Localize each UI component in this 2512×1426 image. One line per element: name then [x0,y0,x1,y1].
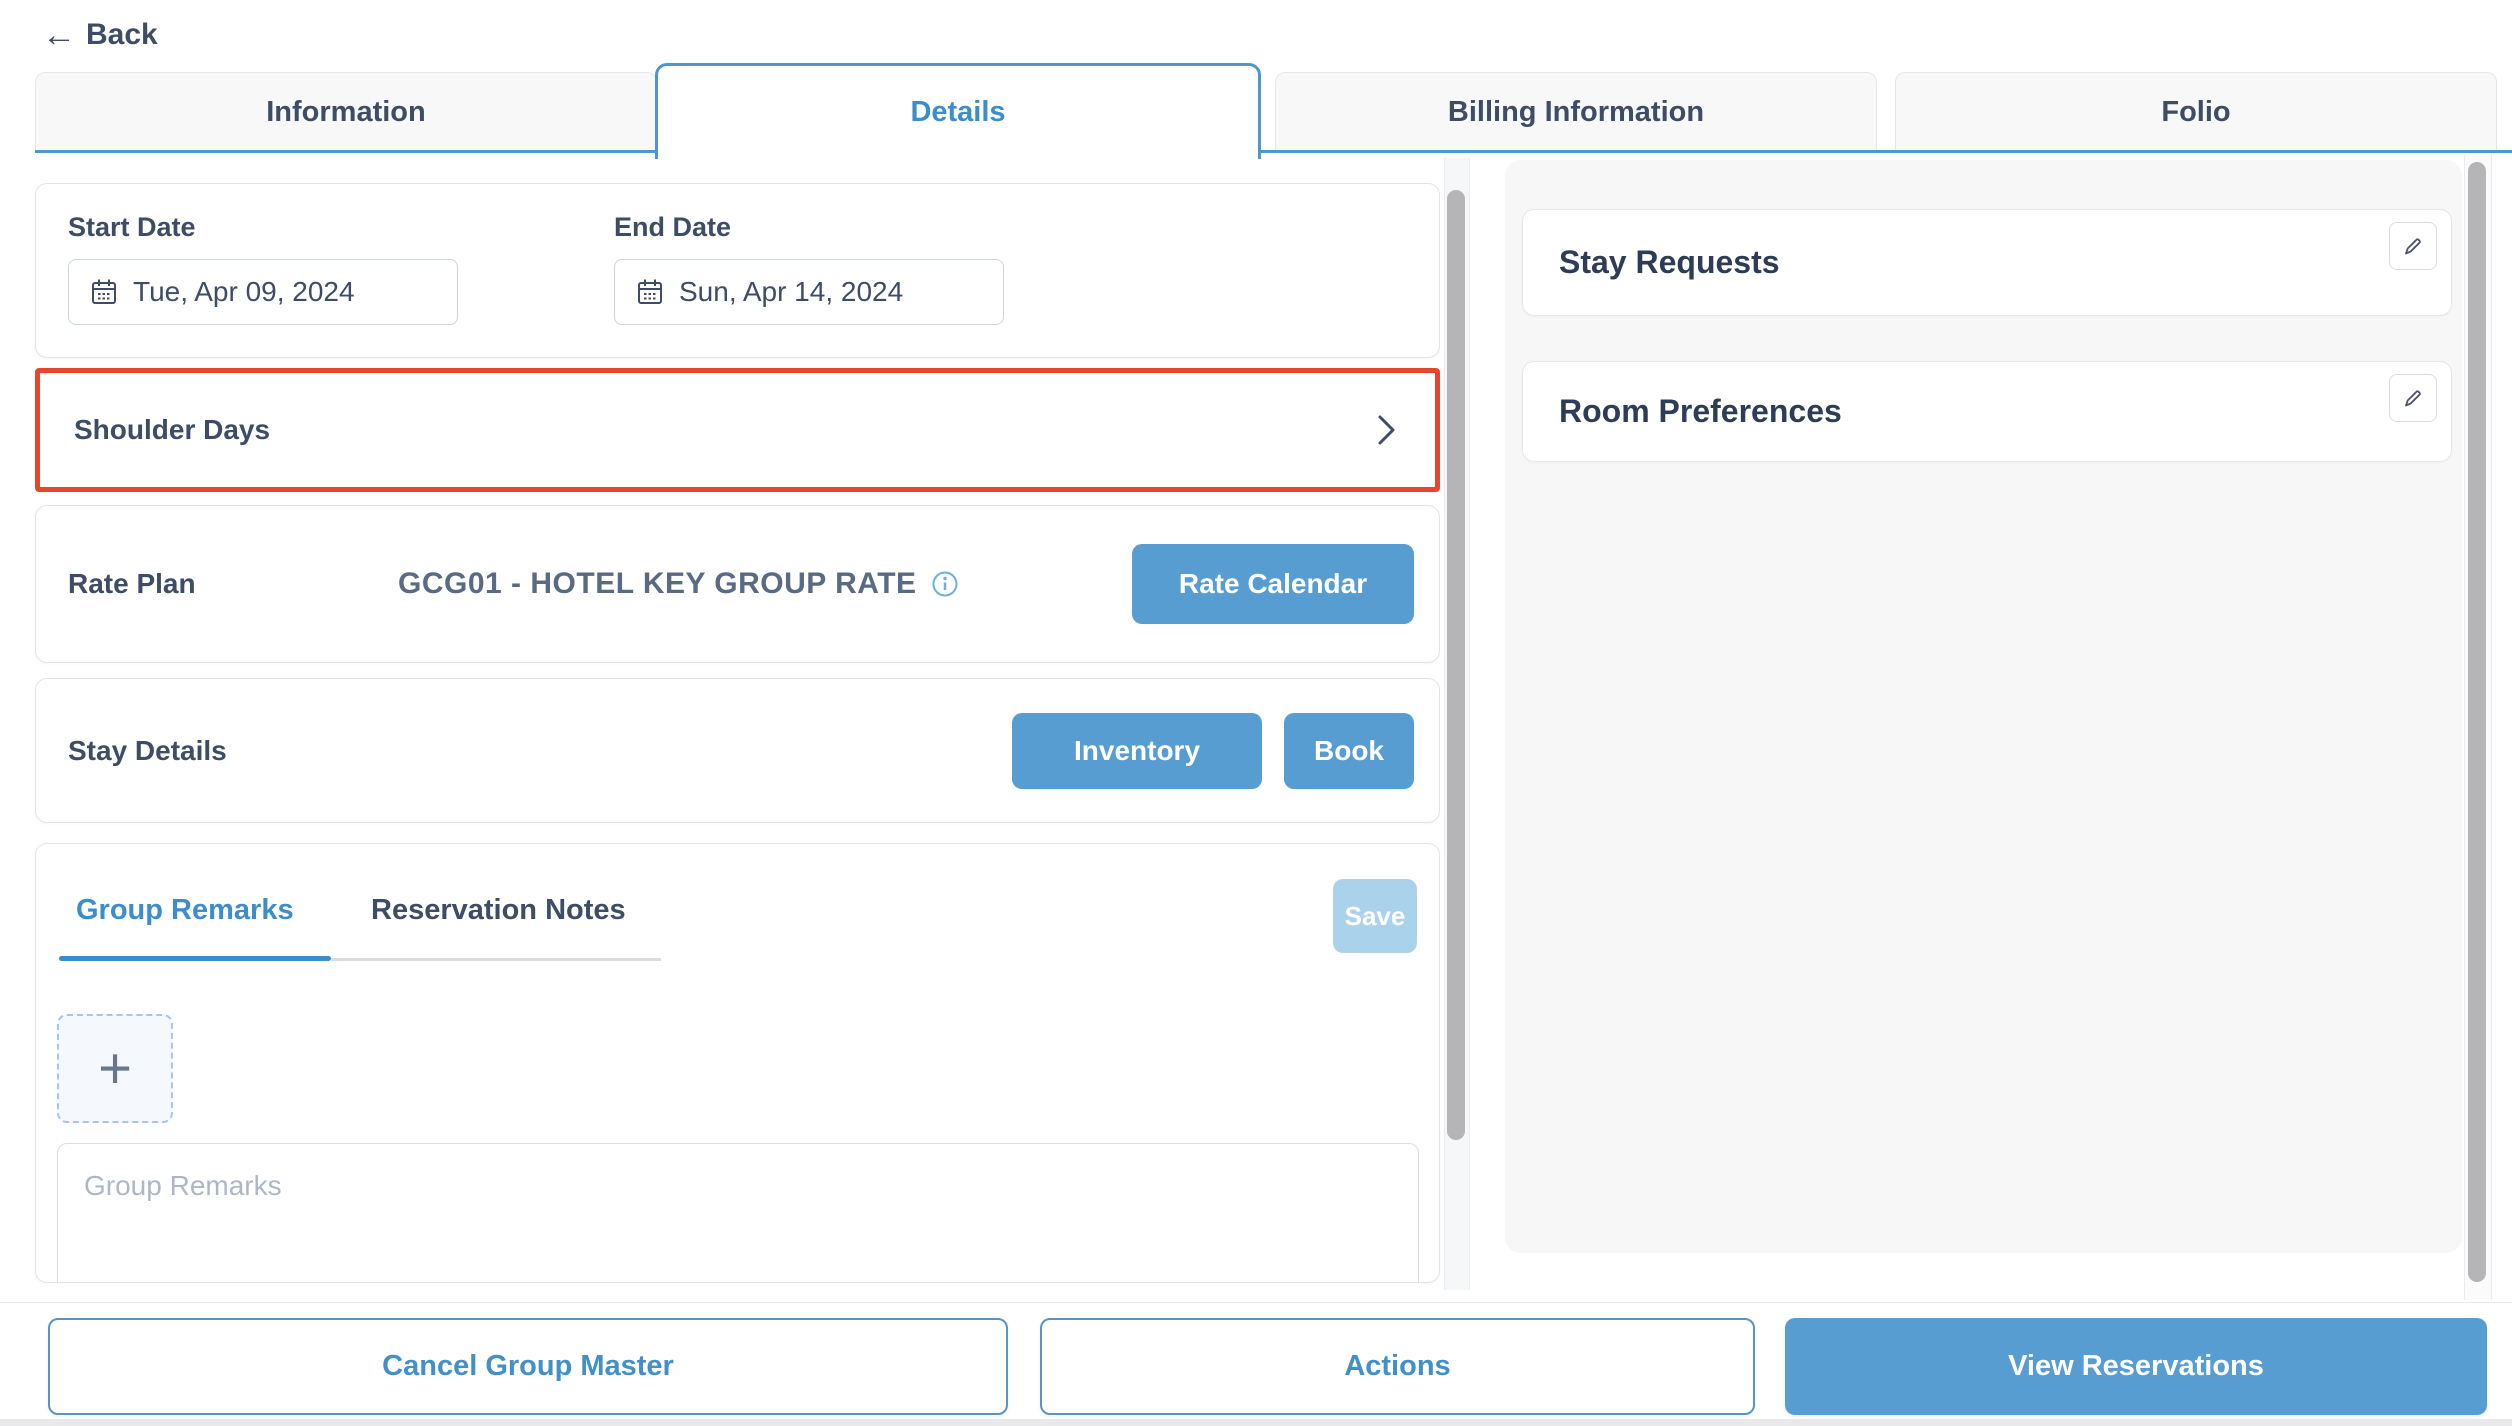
rate-plan-label: Rate Plan [68,568,398,600]
group-remarks-textarea[interactable] [57,1143,1419,1283]
group-remarks-tab-underline [59,956,331,961]
footer-divider [0,1302,2512,1303]
shoulder-days-label: Shoulder Days [74,414,270,446]
book-button[interactable]: Book [1284,713,1414,789]
rate-plan-value: GCG01 - HOTEL KEY GROUP RATE [398,567,917,601]
group-master-details-page: ← Back Information Details Billing Infor… [0,0,2512,1426]
info-icon[interactable] [931,570,959,598]
shoulder-days-row[interactable]: Shoulder Days [35,368,1440,492]
reservation-notes-tab-underline [331,958,661,961]
back-label: Back [86,18,158,52]
tab-information[interactable]: Information [35,72,657,151]
start-date-label: Start Date [68,212,196,243]
stay-details-label: Stay Details [68,735,227,767]
back-arrow-icon: ← [42,18,76,52]
pencil-icon [2402,387,2424,409]
room-preferences-edit-button[interactable] [2389,374,2437,422]
end-date-label: End Date [614,212,731,243]
tab-details-label: Details [910,96,1005,129]
reservation-notes-tab[interactable]: Reservation Notes [371,894,626,927]
chevron-right-icon [1371,411,1401,449]
dates-card: Start Date Tue, Apr 09, 2024 End Date [35,183,1440,358]
stay-requests-edit-button[interactable] [2389,222,2437,270]
inventory-button[interactable]: Inventory [1012,713,1262,789]
right-panel: Stay Requests Room Preferences [1505,160,2462,1253]
tab-folio-label: Folio [2161,96,2230,129]
tab-information-label: Information [266,96,426,129]
rate-calendar-button[interactable]: Rate Calendar [1132,544,1414,624]
page-scrollbar-thumb[interactable] [2468,162,2486,1282]
group-remarks-tab[interactable]: Group Remarks [76,894,294,927]
plus-icon: + [98,1035,132,1102]
room-preferences-card: Room Preferences [1522,361,2452,462]
calendar-icon [89,277,119,307]
start-date-value: Tue, Apr 09, 2024 [133,276,355,308]
room-preferences-title: Room Preferences [1559,393,1842,430]
stay-requests-title: Stay Requests [1559,244,1780,281]
page-bottom-edge [0,1419,2512,1426]
left-panel-scrollbar-thumb[interactable] [1447,190,1465,1140]
remarks-card: Group Remarks Reservation Notes Save + [35,843,1440,1283]
tab-details[interactable]: Details [655,63,1261,159]
back-button[interactable]: ← Back [42,18,158,52]
view-reservations-button[interactable]: View Reservations [1785,1318,2487,1415]
end-date-value: Sun, Apr 14, 2024 [679,276,903,308]
actions-button[interactable]: Actions [1040,1318,1755,1415]
save-button[interactable]: Save [1333,879,1417,953]
add-remark-button[interactable]: + [57,1014,173,1123]
start-date-input[interactable]: Tue, Apr 09, 2024 [68,259,458,325]
pencil-icon [2402,235,2424,257]
tab-billing-information[interactable]: Billing Information [1275,72,1877,151]
tab-bar-underline [35,150,2512,153]
end-date-input[interactable]: Sun, Apr 14, 2024 [614,259,1004,325]
rate-plan-card: Rate Plan GCG01 - HOTEL KEY GROUP RATE R… [35,505,1440,663]
tab-billing-information-label: Billing Information [1448,96,1704,129]
stay-details-card: Stay Details Inventory Book [35,678,1440,823]
calendar-icon [635,277,665,307]
stay-requests-card: Stay Requests [1522,209,2452,316]
tab-folio[interactable]: Folio [1895,72,2497,151]
cancel-group-master-button[interactable]: Cancel Group Master [48,1318,1008,1415]
